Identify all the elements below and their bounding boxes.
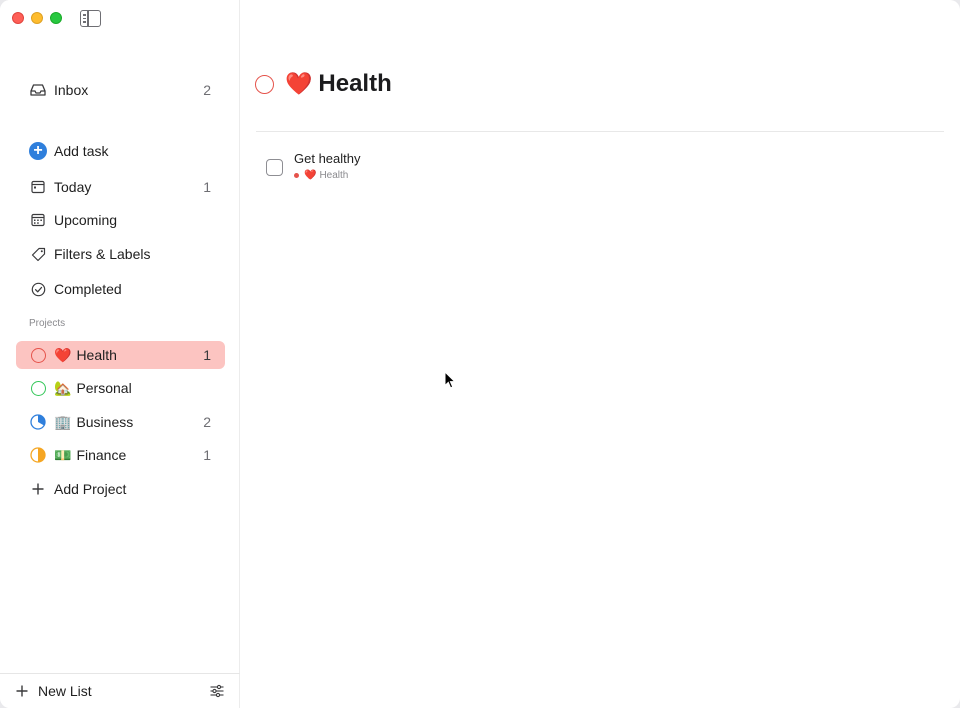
- heart-icon: ❤️: [285, 71, 313, 96]
- add-task-label: Add task: [54, 143, 109, 159]
- projects-heading: Projects: [29, 318, 66, 329]
- add-circle-icon: +: [28, 142, 48, 160]
- page-title: Health: [318, 70, 392, 97]
- sidebar-item-inbox[interactable]: Inbox 2: [16, 76, 225, 104]
- sidebar-footer: New List: [0, 673, 240, 708]
- project-progress-icon: [30, 414, 46, 430]
- sidebar-item-label: Health: [76, 347, 117, 363]
- project-count: 2: [203, 414, 211, 430]
- calendar-today-icon: [30, 179, 46, 195]
- window-controls: [12, 12, 62, 24]
- add-project-label: Add Project: [54, 481, 127, 497]
- project-progress-icon: [30, 380, 46, 396]
- sidebar-item-filters-labels[interactable]: Filters & Labels: [16, 240, 225, 268]
- sidebar-toggle-icon[interactable]: [80, 10, 101, 27]
- add-project-button[interactable]: Add Project: [16, 475, 225, 503]
- sliders-icon[interactable]: [210, 684, 224, 698]
- sidebar-item-label: Finance: [76, 447, 127, 463]
- project-count: 1: [203, 447, 211, 463]
- tag-icon: [30, 246, 46, 262]
- heart-icon: ❤️: [304, 170, 317, 181]
- house-icon: 🏡: [54, 379, 72, 396]
- sidebar-item-label: Business: [76, 414, 134, 430]
- calendar-icon: [30, 212, 46, 228]
- project-header: ❤️ Health: [255, 70, 392, 98]
- project-color-dot: [294, 173, 299, 178]
- task-project-tag: ❤️ Health: [294, 170, 361, 181]
- add-task-button[interactable]: + Add task: [16, 137, 225, 165]
- task-checkbox[interactable]: [266, 159, 283, 176]
- project-progress-icon: [30, 447, 46, 463]
- sidebar-item-label: Today: [54, 179, 92, 195]
- money-icon: 💵: [54, 446, 72, 463]
- close-window-button[interactable]: [12, 12, 24, 24]
- sidebar-item-label: Completed: [54, 281, 122, 297]
- plus-icon: [30, 481, 46, 497]
- sidebar-item-upcoming[interactable]: Upcoming: [16, 206, 225, 234]
- project-progress-icon: [30, 347, 46, 363]
- sidebar-item-project-finance[interactable]: 💵 Finance 1: [16, 441, 225, 469]
- sidebar-item-project-health[interactable]: ❤️ Health 1: [16, 341, 225, 369]
- divider: [256, 131, 944, 132]
- task-body: Get healthy ❤️ Health: [294, 151, 361, 181]
- project-progress-icon[interactable]: [255, 74, 274, 94]
- sidebar-item-project-business[interactable]: 🏢 Business 2: [16, 408, 225, 436]
- task-row[interactable]: Get healthy ❤️ Health: [266, 151, 361, 181]
- sidebar: Inbox 2 + Add task Today 1 Upcoming Filt…: [0, 0, 240, 708]
- sidebar-item-today[interactable]: Today 1: [16, 173, 225, 201]
- sidebar-item-label: Upcoming: [54, 212, 118, 228]
- sidebar-item-label: Filters & Labels: [54, 246, 151, 262]
- project-count: 1: [203, 347, 211, 363]
- inbox-icon: [30, 82, 46, 98]
- inbox-count: 2: [203, 82, 211, 98]
- main-content: ❤️ Health Get healthy ❤️ Health: [241, 0, 960, 708]
- today-count: 1: [203, 179, 211, 195]
- maximize-window-button[interactable]: [50, 12, 62, 24]
- app-window: Inbox 2 + Add task Today 1 Upcoming Filt…: [0, 0, 960, 708]
- plus-icon[interactable]: [16, 681, 30, 702]
- mouse-cursor-icon: [444, 370, 457, 394]
- new-list-button[interactable]: New List: [38, 683, 210, 699]
- sidebar-item-label: Personal: [76, 380, 132, 396]
- sidebar-item-project-personal[interactable]: 🏡 Personal: [16, 374, 225, 402]
- minimize-window-button[interactable]: [31, 12, 43, 24]
- task-project-label: Health: [319, 170, 349, 181]
- check-circle-icon: [30, 281, 46, 297]
- sidebar-item-label: Inbox: [54, 82, 89, 98]
- task-title[interactable]: Get healthy: [294, 151, 361, 166]
- heart-icon: ❤️: [54, 346, 72, 363]
- sidebar-item-completed[interactable]: Completed: [16, 275, 225, 303]
- office-building-icon: 🏢: [54, 413, 72, 430]
